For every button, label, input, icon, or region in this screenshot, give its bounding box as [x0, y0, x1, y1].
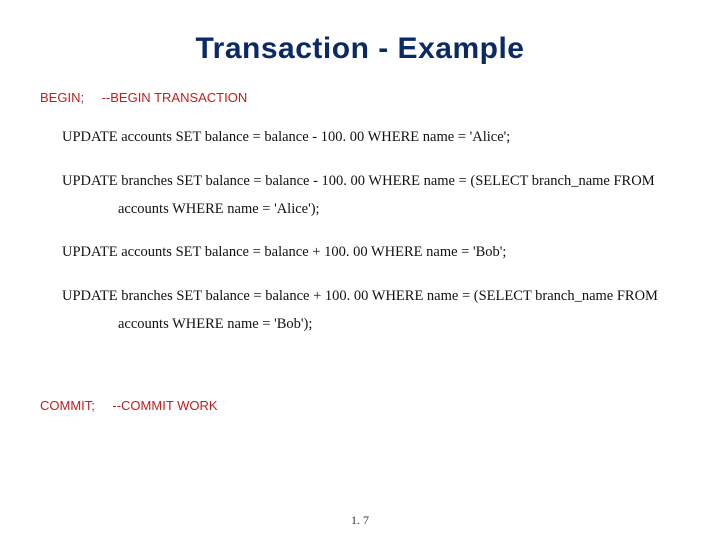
sql-statement-3: UPDATE accounts SET balance = balance + …: [62, 242, 680, 264]
slide-content: BEGIN; --BEGIN TRANSACTION UPDATE accoun…: [40, 88, 680, 417]
begin-comment: --BEGIN TRANSACTION: [102, 90, 248, 105]
sql-statement-4: UPDATE branches SET balance = balance + …: [62, 286, 680, 336]
sql-line: UPDATE branches SET balance = balance - …: [62, 173, 655, 189]
commit-keyword: COMMIT;: [40, 398, 95, 413]
commit-line: COMMIT; --COMMIT WORK: [40, 396, 680, 417]
begin-keyword: BEGIN;: [40, 90, 84, 105]
sql-statement-1: UPDATE accounts SET balance = balance - …: [62, 127, 680, 149]
sql-line: UPDATE branches SET balance = balance + …: [62, 288, 658, 304]
slide: Transaction - Example BEGIN; --BEGIN TRA…: [0, 0, 720, 540]
page-number: 1. 7: [0, 513, 720, 528]
page-title: Transaction - Example: [40, 32, 680, 66]
begin-line: BEGIN; --BEGIN TRANSACTION: [40, 88, 680, 109]
sql-line-indent: accounts WHERE name = 'Alice');: [118, 199, 680, 221]
sql-line-indent: accounts WHERE name = 'Bob');: [118, 314, 680, 336]
sql-statement-2: UPDATE branches SET balance = balance - …: [62, 171, 680, 221]
commit-comment: --COMMIT WORK: [112, 398, 217, 413]
